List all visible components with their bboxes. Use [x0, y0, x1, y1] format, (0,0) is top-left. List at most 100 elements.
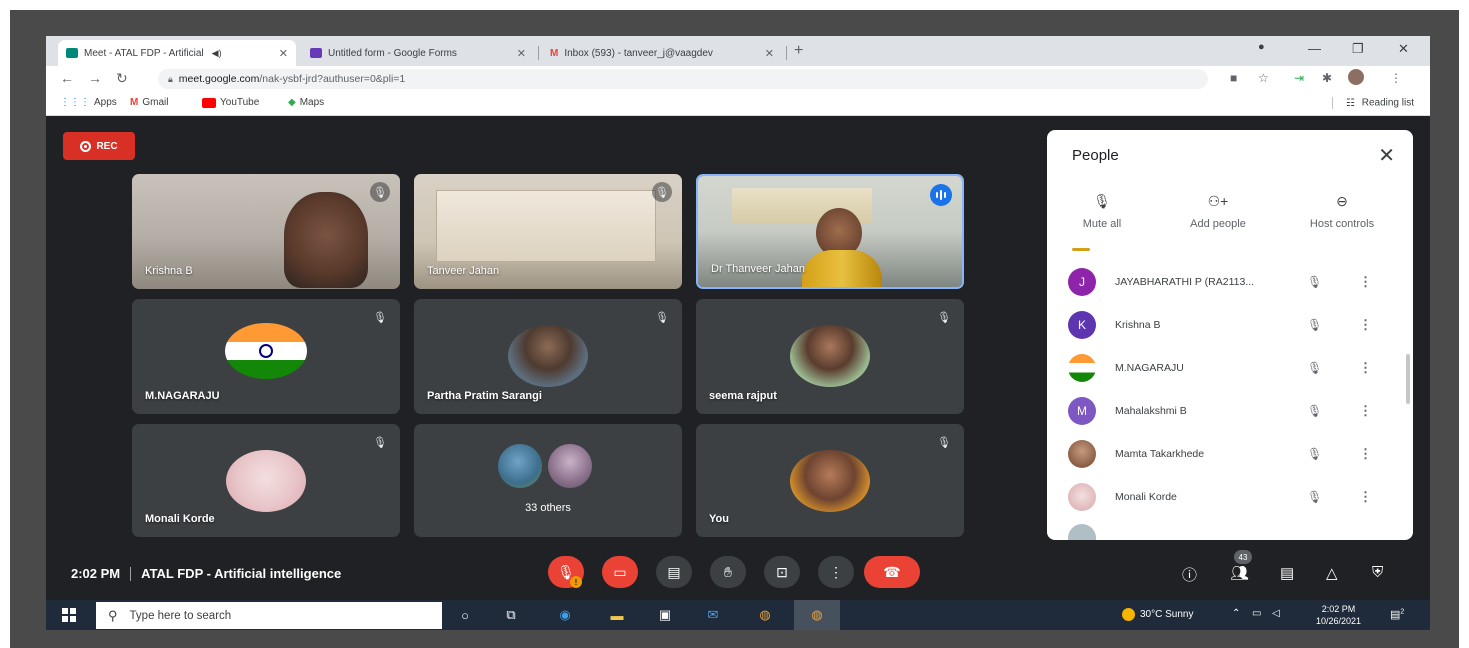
- back-icon[interactable]: ←: [60, 70, 74, 86]
- participant-tile[interactable]: 🎙︎ seema rajput: [696, 299, 964, 414]
- store-icon[interactable]: ▣: [656, 606, 674, 624]
- bookmark-gmail[interactable]: M Gmail: [130, 97, 168, 108]
- mail-icon[interactable]: ✉: [704, 606, 722, 624]
- more-icon[interactable]: ⋮: [1359, 274, 1372, 290]
- taskbar-search[interactable]: ⚲ Type here to search: [96, 602, 442, 629]
- restore-icon[interactable]: ❐: [1352, 41, 1364, 57]
- new-tab-button[interactable]: +: [794, 42, 803, 60]
- windows-start-icon[interactable]: [62, 608, 76, 622]
- url-bar[interactable]: 🔒︎ meet.google.com /nak-ysbf-jrd?authuse…: [158, 69, 1208, 89]
- list-item[interactable]: Mamta Takarkhede 🎙︎ ⋮: [1047, 432, 1413, 475]
- captions-button[interactable]: ▤: [656, 556, 692, 588]
- weather-widget[interactable]: 30°C Sunny: [1122, 608, 1193, 621]
- more-icon[interactable]: ⋮: [1359, 446, 1372, 462]
- star-icon[interactable]: ☆: [1258, 71, 1269, 85]
- menu-icon[interactable]: ⋮: [1390, 71, 1402, 85]
- add-people-button[interactable]: ⚇+ Add people: [1163, 193, 1273, 230]
- host-controls-icon[interactable]: ⛨: [1372, 564, 1383, 581]
- taskbar-clock[interactable]: 2:02 PM 10/26/2021: [1316, 603, 1361, 627]
- mic-off-icon: 🎙︎: [373, 311, 387, 324]
- self-tile[interactable]: 🎙︎ You: [696, 424, 964, 537]
- list-item[interactable]: K Krishna B 🎙︎ ⋮: [1047, 303, 1413, 346]
- mic-off-icon: 🎙︎: [937, 436, 951, 449]
- profile-icon[interactable]: ●: [1258, 41, 1265, 53]
- participant-tile[interactable]: 🎙︎ Tanveer Jahan: [414, 174, 682, 289]
- rec-label: REC: [96, 140, 118, 152]
- close-icon[interactable]: ✕: [509, 47, 526, 60]
- more-icon[interactable]: ⋮: [1359, 489, 1372, 505]
- participant-name: Mamta Takarkhede: [1115, 447, 1205, 460]
- camera-toggle-button[interactable]: ▭: [602, 556, 638, 588]
- avatar[interactable]: [1348, 69, 1364, 85]
- mic-off-icon[interactable]: 🎙︎: [1307, 447, 1322, 461]
- lock-icon: 🔒︎: [168, 73, 173, 84]
- minimize-icon[interactable]: —: [1308, 41, 1321, 56]
- windows-taskbar: ⚲ Type here to search ○ ⧉ ◉ ▬ ▣ ✉ ◍ ◍ 30…: [46, 600, 1430, 630]
- close-icon[interactable]: ✕: [757, 47, 774, 60]
- others-tile[interactable]: 33 others: [414, 424, 682, 537]
- participant-tile[interactable]: 🎙︎ Krishna B: [132, 174, 400, 289]
- file-explorer-icon[interactable]: ▬: [608, 606, 626, 624]
- list-item[interactable]: M Mahalakshmi B 🎙︎ ⋮: [1047, 389, 1413, 432]
- action-label: Host controls: [1309, 218, 1375, 230]
- puzzle-icon[interactable]: ✱: [1322, 71, 1332, 85]
- volume-icon[interactable]: ◁: [1272, 608, 1280, 619]
- network-icon[interactable]: ▭: [1252, 608, 1261, 619]
- list-item[interactable]: J JAYABHARATHI P (RA2113... 🎙︎ ⋮: [1047, 260, 1413, 303]
- tab-gmail[interactable]: M Inbox (593) - tanveer_j@vaagdev ✕: [542, 40, 782, 66]
- more-icon[interactable]: ⋮: [1359, 317, 1372, 333]
- chat-icon[interactable]: ▤: [1280, 564, 1294, 582]
- leave-call-button[interactable]: ☎: [864, 556, 920, 588]
- chrome-icon[interactable]: ◍: [808, 606, 826, 624]
- host-controls-button[interactable]: ⊖ Host controls: [1287, 193, 1397, 230]
- mic-off-icon[interactable]: 🎙︎: [1307, 404, 1322, 418]
- edge-icon[interactable]: ◉: [556, 606, 574, 624]
- bookmark-apps[interactable]: ⋮⋮⋮ Apps: [60, 97, 117, 108]
- reading-list-icon: ☷: [1345, 97, 1355, 109]
- bookmark-maps[interactable]: ◆ Maps: [288, 97, 324, 108]
- mic-off-icon[interactable]: 🎙︎: [1307, 490, 1322, 504]
- meeting-info: 2:02 PM ATAL FDP - Artificial intelligen…: [71, 566, 341, 581]
- participant-tile[interactable]: 🎙︎ Monali Korde: [132, 424, 400, 537]
- meeting-control-bar: 2:02 PM ATAL FDP - Artificial intelligen…: [46, 544, 1430, 600]
- more-icon[interactable]: ⋮: [1359, 360, 1372, 376]
- camera-icon[interactable]: ■: [1230, 71, 1237, 85]
- close-icon[interactable]: ✕: [271, 47, 288, 60]
- participant-tile-active[interactable]: Dr Thanveer Jahan: [696, 174, 964, 289]
- speaker-icon[interactable]: ◀): [212, 48, 222, 59]
- mic-off-icon[interactable]: 🎙︎: [1307, 361, 1322, 375]
- cortana-icon[interactable]: ○: [456, 606, 474, 624]
- mic-toggle-button[interactable]: 🎙︎ !: [548, 556, 584, 588]
- scrollbar[interactable]: [1406, 354, 1410, 404]
- more-options-button[interactable]: ⋮: [818, 556, 854, 588]
- close-icon[interactable]: ✕: [1378, 143, 1395, 168]
- meeting-title: ATAL FDP - Artificial intelligence: [141, 566, 342, 581]
- forward-icon[interactable]: →: [88, 70, 102, 86]
- list-item[interactable]: Monali Korde 🎙︎ ⋮: [1047, 475, 1413, 518]
- chrome-icon[interactable]: ◍: [756, 606, 774, 624]
- task-view-icon[interactable]: ⧉: [502, 606, 520, 624]
- more-icon[interactable]: ⋮: [1359, 403, 1372, 419]
- tab-meet[interactable]: Meet - ATAL FDP - Artificial ◀) ✕: [58, 40, 296, 66]
- bookmark-youtube[interactable]: YouTube: [202, 97, 259, 108]
- mic-off-icon[interactable]: 🎙︎: [1307, 275, 1322, 289]
- raise-hand-button[interactable]: ✋︎: [710, 556, 746, 588]
- notification-icon[interactable]: ▤2: [1390, 608, 1404, 621]
- reading-list[interactable]: ☷ Reading list: [1332, 97, 1414, 109]
- present-button[interactable]: ⊡: [764, 556, 800, 588]
- participant-tile[interactable]: 🎙︎ Partha Pratim Sarangi: [414, 299, 682, 414]
- reload-icon[interactable]: ↻: [116, 70, 128, 87]
- extension-icon[interactable]: ⇥: [1294, 71, 1304, 85]
- people-button[interactable]: 43 👥︎: [1230, 550, 1252, 582]
- mic-off-icon[interactable]: 🎙︎: [1307, 318, 1322, 332]
- list-item[interactable]: M.NAGARAJU 🎙︎ ⋮: [1047, 346, 1413, 389]
- mic-off-icon: 🎙︎: [652, 182, 672, 202]
- recording-badge[interactable]: REC: [63, 132, 135, 160]
- mute-all-button[interactable]: 🎙︎ Mute all: [1047, 193, 1157, 230]
- activities-icon[interactable]: △: [1326, 564, 1338, 582]
- info-icon[interactable]: ⓘ: [1182, 564, 1197, 585]
- window-close-icon[interactable]: ✕: [1398, 41, 1409, 57]
- tab-forms[interactable]: Untitled form - Google Forms ✕: [302, 40, 534, 66]
- participant-tile[interactable]: 🎙︎ M.NAGARAJU: [132, 299, 400, 414]
- chevron-up-icon[interactable]: ⌃: [1232, 608, 1240, 619]
